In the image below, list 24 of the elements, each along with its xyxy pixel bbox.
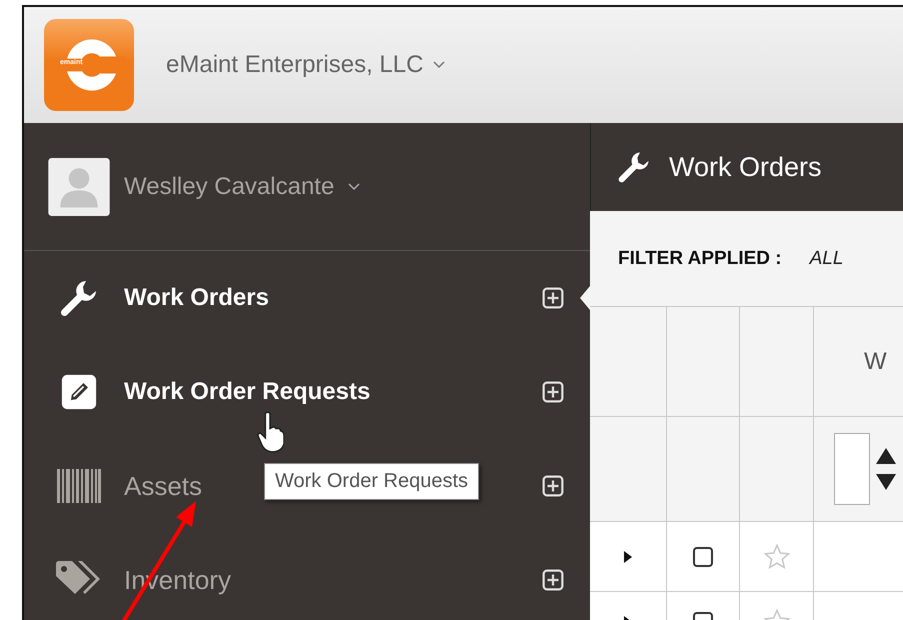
tooltip: Work Order Requests <box>264 463 480 500</box>
nav-item[interactable]: Work Orders <box>56 278 269 318</box>
filter-input-field[interactable] <box>834 433 870 505</box>
chevron-down-icon[interactable] <box>433 61 446 69</box>
expand-plus-icon[interactable] <box>542 287 564 309</box>
star-icon[interactable] <box>762 542 790 570</box>
chevron-down-icon[interactable] <box>348 182 360 190</box>
pencil-icon <box>61 374 97 410</box>
row-checkbox[interactable] <box>693 546 713 566</box>
expand-row-icon[interactable] <box>624 550 632 562</box>
page-title: Work Orders <box>669 152 822 182</box>
company-name[interactable]: eMaint Enterprises, LLC <box>166 51 424 79</box>
expand-plus-icon[interactable] <box>542 475 564 497</box>
expand-plus-icon[interactable] <box>542 381 564 403</box>
nav-item[interactable]: Assets <box>56 469 202 503</box>
barcode-icon <box>57 469 101 503</box>
filter-label: FILTER APPLIED : <box>618 248 782 270</box>
avatar-icon <box>48 158 110 216</box>
expand-plus-icon[interactable] <box>542 569 564 591</box>
filter-value: ALL <box>810 248 844 270</box>
user-name[interactable]: Weslley Cavalcante <box>124 172 334 200</box>
wrench-icon <box>59 278 99 318</box>
wrench-icon <box>617 150 651 184</box>
nav-item[interactable]: Work Order Requests <box>56 374 370 410</box>
